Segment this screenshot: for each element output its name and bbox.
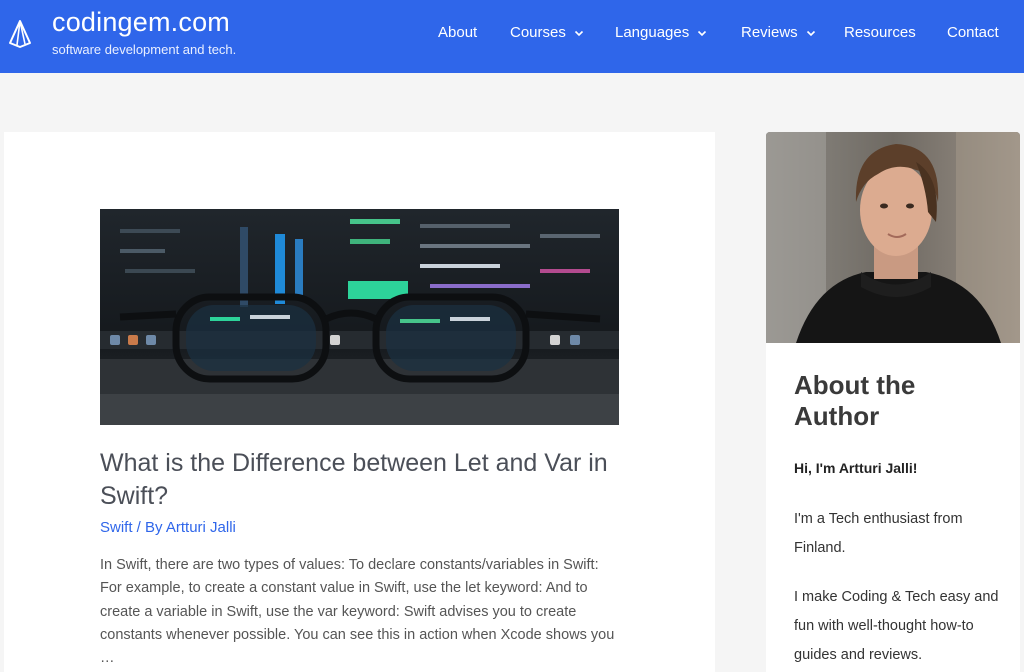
widget-title: About the Author xyxy=(794,370,916,431)
chevron-down-icon xyxy=(697,28,707,38)
chevron-down-icon xyxy=(806,28,816,38)
nav-item-contact[interactable]: Contact xyxy=(947,24,999,41)
nav-item-reviews[interactable]: Reviews xyxy=(741,24,816,41)
featured-image[interactable] xyxy=(100,209,619,425)
nav-item-label: Languages xyxy=(615,24,690,41)
site-title-link[interactable]: codingem.com xyxy=(52,7,230,38)
logo-gem-icon[interactable] xyxy=(6,19,34,49)
post-meta: Swift / By Artturi Jalli xyxy=(100,519,236,536)
nav-item-languages[interactable]: Languages xyxy=(615,24,707,41)
site-tagline: software development and tech. xyxy=(52,42,237,57)
author-photo xyxy=(766,132,1020,343)
author-greeting: Hi, I'm Artturi Jalli! xyxy=(794,460,918,476)
meta-separator: / By xyxy=(132,519,166,536)
author-bio-2: I make Coding & Tech easy and fun with w… xyxy=(794,589,999,663)
category-link[interactable]: Swift xyxy=(100,519,133,536)
post-excerpt: In Swift, there are two types of values:… xyxy=(100,557,615,667)
author-link[interactable]: Artturi Jalli xyxy=(166,519,236,536)
chevron-down-icon xyxy=(574,28,584,38)
nav-item-courses[interactable]: Courses xyxy=(510,24,584,41)
nav-item-label: Resources xyxy=(844,24,916,41)
author-bio: I'm a Tech enthusiast from Finland. xyxy=(794,511,963,556)
post-title-link[interactable]: What is the Difference between Let and V… xyxy=(100,447,640,513)
nav-item-about[interactable]: About xyxy=(438,24,477,41)
nav-item-resources[interactable]: Resources xyxy=(844,24,916,41)
nav-item-label: Reviews xyxy=(741,24,798,41)
site-header: codingem.com software development and te… xyxy=(0,0,1024,73)
nav-item-label: Courses xyxy=(510,24,566,41)
nav-item-label: Contact xyxy=(947,24,999,41)
nav-item-label: About xyxy=(438,24,478,41)
